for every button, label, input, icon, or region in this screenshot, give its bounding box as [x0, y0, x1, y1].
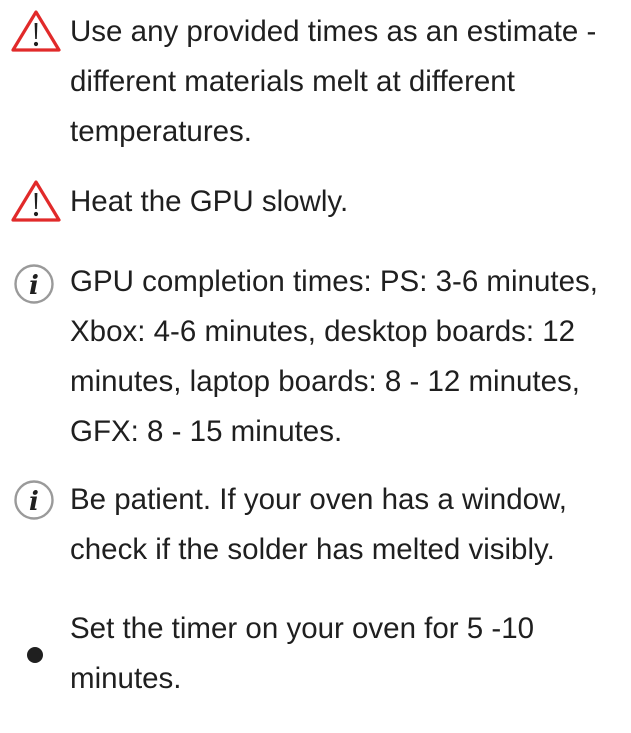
line-text: Use any provided times as an estimate - …: [70, 15, 597, 148]
info-circle-icon: i: [14, 480, 54, 520]
line-text: Be patient. If your oven has a window, c…: [70, 483, 567, 566]
warning-triangle-icon: [11, 180, 61, 222]
line-text: GPU completion times: PS: 3-6 minutes, X…: [70, 265, 598, 448]
caution-line: Heat the GPU slowly.: [0, 160, 631, 230]
bullet-line: Set the timer on your oven for 5 -10 min…: [0, 612, 631, 730]
info-circle-icon: i: [14, 264, 54, 304]
svg-text:i: i: [29, 487, 39, 517]
note-line: i GPU completion times: PS: 3-6 minutes,…: [0, 248, 631, 468]
caution-line: Use any provided times as an estimate - …: [0, 0, 631, 160]
note-line: i Be patient. If your oven has a window,…: [0, 464, 631, 614]
svg-text:i: i: [29, 271, 39, 301]
line-text: Set the timer on your oven for 5 -10 min…: [70, 612, 535, 695]
bullet-dot-icon: [27, 647, 43, 663]
warning-triangle-icon: [11, 10, 61, 52]
line-text: Heat the GPU slowly.: [70, 185, 349, 218]
